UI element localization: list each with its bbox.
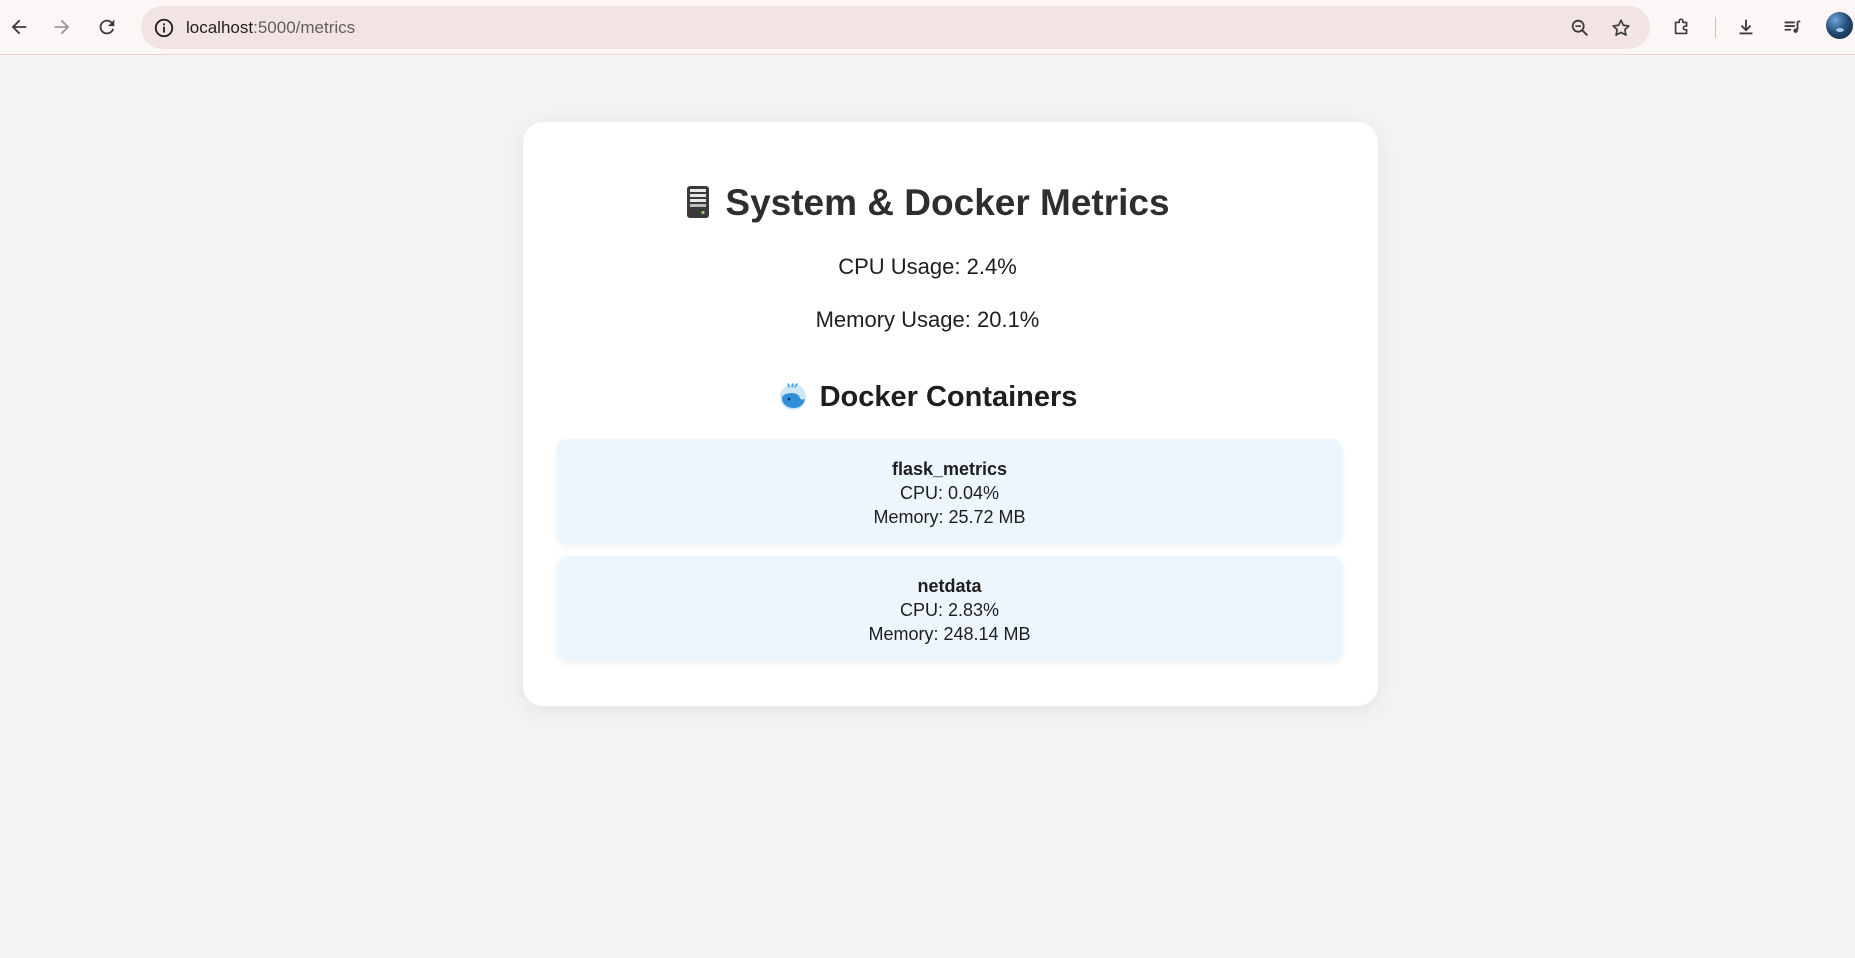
container-card: flask_metrics CPU: 0.04% Memory: 25.72 M…: [556, 439, 1343, 545]
container-cpu: CPU: 2.83%: [899, 600, 1000, 620]
container-memory: Memory: 25.72 MB: [873, 507, 1026, 527]
puzzle-icon: [1674, 18, 1688, 35]
container-memory: Memory: 248.14 MB: [868, 624, 1031, 644]
page-title: System & Docker Metrics: [725, 182, 1170, 223]
containers-heading-row: Docker Containers: [0, 381, 1855, 414]
containers-heading: Docker Containers: [819, 381, 1078, 413]
site-info-icon[interactable]: [149, 13, 178, 42]
cpu-usage: CPU Usage: 2.4%: [838, 254, 1017, 279]
playlist-music-icon: [1784, 20, 1801, 33]
profile-avatar[interactable]: [1826, 12, 1853, 39]
page-title-row: System & Docker Metrics: [0, 182, 1855, 224]
container-name: netdata: [917, 576, 982, 596]
url-path: :5000/metrics: [253, 18, 356, 37]
media-control-button[interactable]: [1773, 8, 1811, 46]
container-card: netdata CPU: 2.83% Memory: 248.14 MB: [556, 556, 1343, 662]
browser-toolbar: localhost:5000/metrics: [0, 0, 1855, 55]
container-cpu: CPU: 0.04%: [899, 483, 1000, 503]
forward-button[interactable]: [43, 8, 81, 46]
url-host: localhost: [186, 18, 254, 37]
reload-button[interactable]: [88, 8, 126, 46]
forward-arrow-icon: [54, 19, 70, 35]
extensions-button[interactable]: [1663, 8, 1701, 46]
container-name: flask_metrics: [891, 459, 1008, 479]
bookmark-star-icon[interactable]: [1606, 13, 1635, 42]
back-button[interactable]: [0, 8, 38, 46]
download-icon: [1739, 19, 1753, 35]
memory-usage: Memory Usage: 20.1%: [815, 307, 1040, 332]
downloads-button[interactable]: [1727, 8, 1765, 46]
toolbar-divider: [1715, 17, 1716, 38]
whale-icon: [778, 381, 808, 411]
address-bar[interactable]: localhost:5000/metrics: [141, 6, 1650, 49]
zoom-icon[interactable]: [1565, 13, 1594, 42]
url-text[interactable]: localhost:5000/metrics: [186, 6, 355, 49]
server-icon: [685, 185, 711, 219]
reload-icon: [99, 19, 115, 35]
back-arrow-icon: [11, 19, 27, 35]
